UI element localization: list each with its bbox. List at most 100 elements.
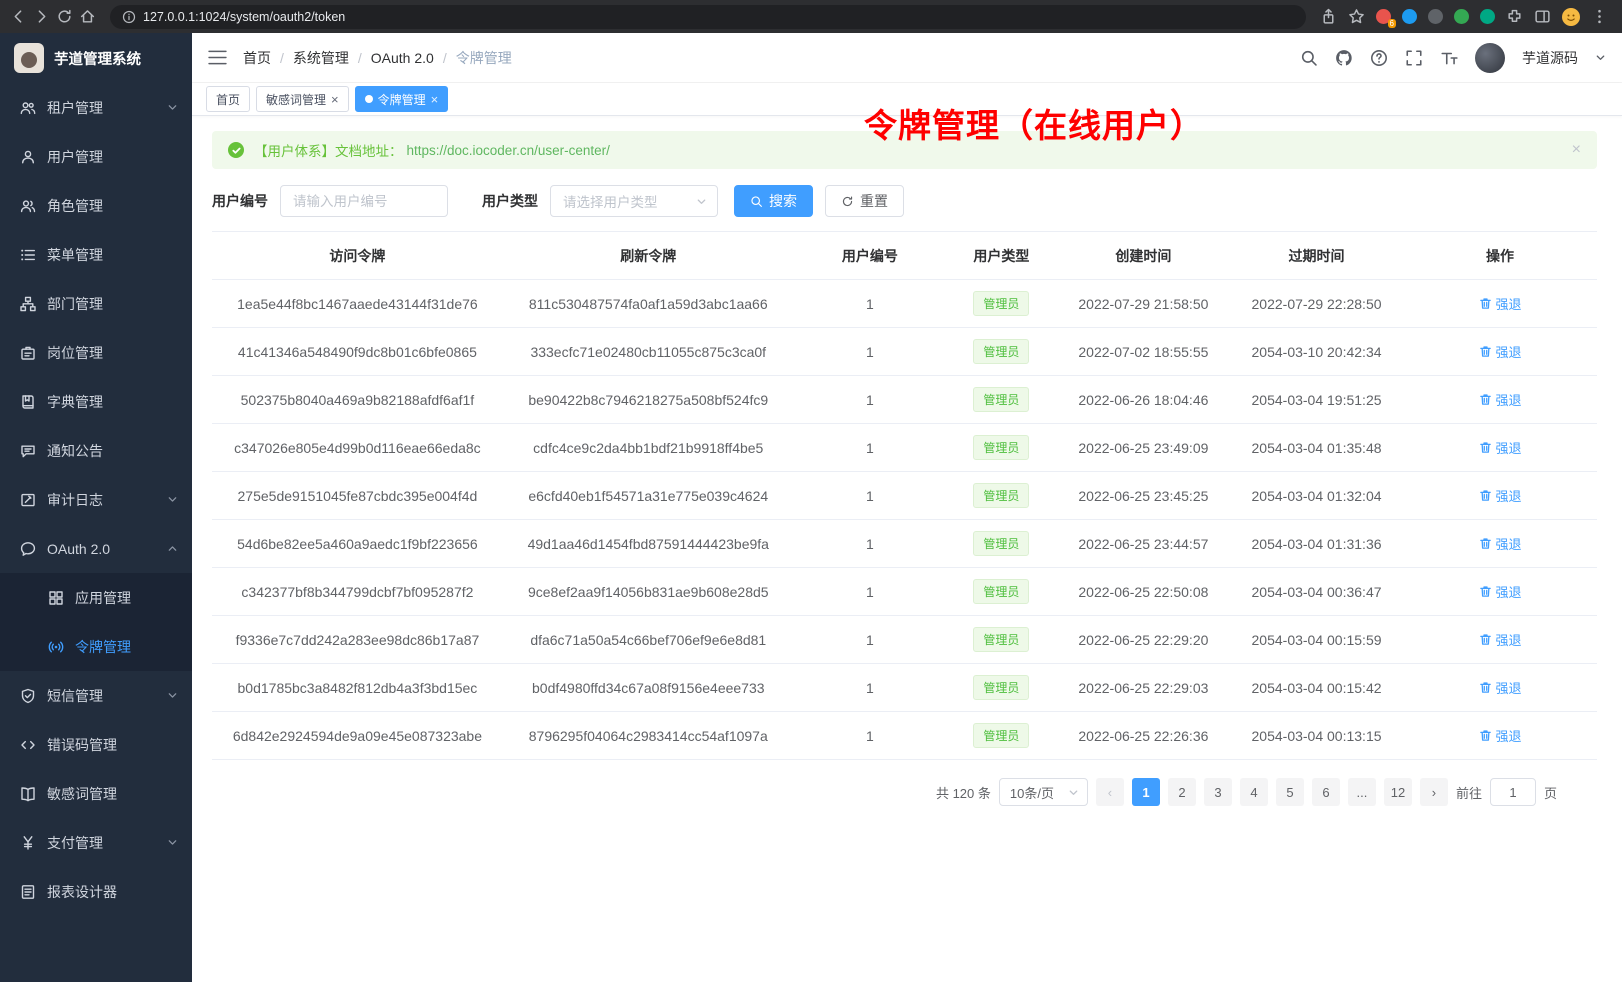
- tab-token-management[interactable]: 令牌管理 ×: [355, 86, 449, 112]
- home-icon[interactable]: [79, 8, 96, 25]
- sidebar-item-2[interactable]: 角色管理: [0, 181, 192, 230]
- sidebar-item-label: 菜单管理: [47, 245, 178, 265]
- sidebar-item-12[interactable]: 短信管理: [0, 671, 192, 720]
- site-info-icon[interactable]: [122, 10, 136, 24]
- pagination-more-button[interactable]: ...: [1348, 778, 1376, 806]
- create-time-cell: 2022-06-25 22:29:20: [1057, 616, 1230, 664]
- force-logout-button[interactable]: 强退: [1479, 294, 1522, 313]
- back-icon[interactable]: [10, 8, 27, 25]
- tab-home[interactable]: 首页: [206, 86, 250, 112]
- browser-profile-avatar[interactable]: [1562, 8, 1580, 26]
- force-logout-label: 强退: [1496, 438, 1522, 457]
- user-type-badge: 管理员: [973, 579, 1029, 604]
- extension-icon-red[interactable]: 6: [1376, 9, 1391, 24]
- page-content: 【用户体系】文档地址： https://doc.iocoder.cn/user-…: [192, 116, 1622, 982]
- font-size-icon[interactable]: [1440, 49, 1458, 67]
- user-id-cell: 1: [794, 328, 946, 376]
- sidebar-item-label: OAuth 2.0: [47, 541, 167, 557]
- pagination-page-6[interactable]: 6: [1312, 778, 1340, 806]
- force-logout-label: 强退: [1496, 630, 1522, 649]
- sidebar-item-5[interactable]: 岗位管理: [0, 328, 192, 377]
- audit-icon: [20, 492, 36, 508]
- fullscreen-icon[interactable]: [1405, 49, 1423, 67]
- user-type-cell: 管理员: [946, 376, 1057, 424]
- sidebar-item-0[interactable]: 租户管理: [0, 83, 192, 132]
- force-logout-button[interactable]: 强退: [1479, 438, 1522, 457]
- sidebar-item-13[interactable]: 错误码管理: [0, 720, 192, 769]
- refresh-token-cell: 8796295f04064c2983414cc54af1097a: [503, 712, 794, 760]
- breadcrumb-oauth[interactable]: OAuth 2.0: [371, 50, 434, 66]
- split-view-icon[interactable]: [1534, 8, 1551, 25]
- caret-down-icon[interactable]: [1595, 52, 1606, 63]
- chevron-down-icon: [167, 690, 178, 701]
- prev-page-button[interactable]: ‹: [1096, 778, 1124, 806]
- force-logout-button[interactable]: 强退: [1479, 582, 1522, 601]
- force-logout-button[interactable]: 强退: [1479, 486, 1522, 505]
- sidebar-item-10[interactable]: 应用管理: [0, 573, 192, 622]
- forward-icon[interactable]: [33, 8, 50, 25]
- force-logout-label: 强退: [1496, 390, 1522, 409]
- sidebar-item-14[interactable]: 敏感词管理: [0, 769, 192, 818]
- sidebar-item-7[interactable]: 通知公告: [0, 426, 192, 475]
- pagination-page-12[interactable]: 12: [1384, 778, 1412, 806]
- close-icon[interactable]: ×: [331, 93, 339, 106]
- extension-icon-blue[interactable]: [1402, 9, 1417, 24]
- force-logout-button[interactable]: 强退: [1479, 726, 1522, 745]
- extension-icon-teal[interactable]: [1480, 9, 1495, 24]
- sidebar-item-4[interactable]: 部门管理: [0, 279, 192, 328]
- close-icon[interactable]: ×: [431, 93, 439, 106]
- pagination-page-1[interactable]: 1: [1132, 778, 1160, 806]
- force-logout-button[interactable]: 强退: [1479, 390, 1522, 409]
- breadcrumb-system[interactable]: 系统管理: [293, 48, 349, 68]
- sidebar-item-8[interactable]: 审计日志: [0, 475, 192, 524]
- search-icon[interactable]: [1300, 49, 1318, 67]
- pagination-page-5[interactable]: 5: [1276, 778, 1304, 806]
- app-logo[interactable]: 芋道管理系统: [0, 33, 192, 83]
- address-bar[interactable]: 127.0.0.1:1024/system/oauth2/token: [110, 5, 1306, 29]
- extensions-puzzle-icon[interactable]: [1506, 8, 1523, 25]
- sidebar-item-6[interactable]: 字典管理: [0, 377, 192, 426]
- alert-close-icon[interactable]: ×: [1572, 141, 1581, 159]
- sidebar-item-9[interactable]: OAuth 2.0: [0, 524, 192, 573]
- username[interactable]: 芋道源码: [1522, 48, 1578, 68]
- force-logout-button[interactable]: 强退: [1479, 534, 1522, 553]
- user-type-cell: 管理员: [946, 520, 1057, 568]
- next-page-button[interactable]: ›: [1420, 778, 1448, 806]
- alert-doc-link[interactable]: https://doc.iocoder.cn/user-center/: [407, 143, 610, 158]
- pagination-page-4[interactable]: 4: [1240, 778, 1268, 806]
- goto-page-input[interactable]: [1490, 778, 1536, 806]
- sidebar-item-3[interactable]: 菜单管理: [0, 230, 192, 279]
- page-size-select[interactable]: 10条/页: [999, 778, 1088, 806]
- user-id-input[interactable]: [280, 185, 448, 217]
- sidebar-item-11[interactable]: 令牌管理: [0, 622, 192, 671]
- search-button[interactable]: 搜索: [734, 185, 813, 217]
- force-logout-button[interactable]: 强退: [1479, 678, 1522, 697]
- force-logout-button[interactable]: 强退: [1479, 630, 1522, 649]
- reset-button[interactable]: 重置: [825, 185, 904, 217]
- user-avatar[interactable]: [1475, 43, 1505, 73]
- user-type-select[interactable]: 请选择用户类型: [550, 185, 718, 217]
- collapse-menu-icon[interactable]: [208, 50, 227, 65]
- url-text: 127.0.0.1:1024/system/oauth2/token: [143, 10, 345, 24]
- extension-icon-green[interactable]: [1454, 9, 1469, 24]
- share-icon[interactable]: [1320, 8, 1337, 25]
- sidebar-item-1[interactable]: 用户管理: [0, 132, 192, 181]
- more-vertical-icon[interactable]: [1591, 8, 1608, 25]
- sidebar-item-15[interactable]: 支付管理: [0, 818, 192, 867]
- table-header-row: 访问令牌刷新令牌用户编号用户类型创建时间过期时间操作: [212, 232, 1597, 280]
- help-icon[interactable]: [1370, 49, 1388, 67]
- bookmark-star-icon[interactable]: [1348, 8, 1365, 25]
- action-cell: 强退: [1403, 424, 1597, 472]
- pagination-page-3[interactable]: 3: [1204, 778, 1232, 806]
- delete-icon: [1479, 537, 1492, 550]
- sidebar-item-16[interactable]: 报表设计器: [0, 867, 192, 916]
- post-icon: [20, 345, 36, 361]
- extension-icon-dark[interactable]: [1428, 9, 1443, 24]
- tab-sensitive-words[interactable]: 敏感词管理 ×: [256, 86, 349, 112]
- reload-icon[interactable]: [56, 8, 73, 25]
- github-icon[interactable]: [1335, 49, 1353, 67]
- pagination-page-2[interactable]: 2: [1168, 778, 1196, 806]
- force-logout-button[interactable]: 强退: [1479, 342, 1522, 361]
- breadcrumb-home[interactable]: 首页: [243, 48, 271, 68]
- expire-time-cell: 2054-03-04 01:32:04: [1230, 472, 1403, 520]
